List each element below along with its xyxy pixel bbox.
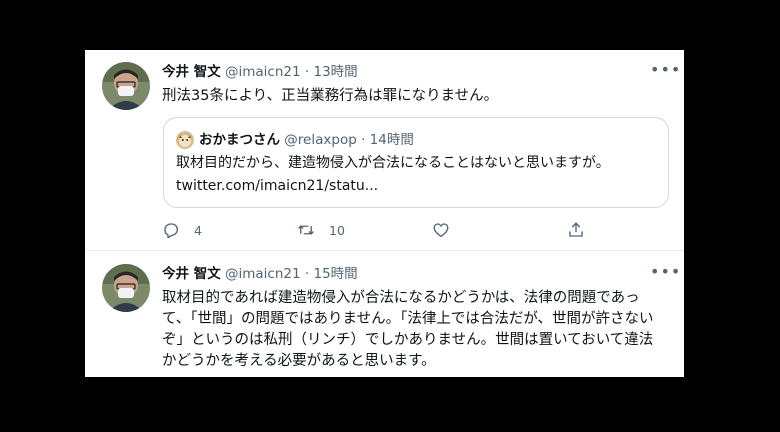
reply-count: 4 — [194, 222, 202, 238]
user-handle[interactable]: @imaicn21 — [225, 266, 301, 282]
reply-icon — [164, 223, 179, 239]
timestamp[interactable]: 15時間 — [313, 266, 357, 282]
quoted-timestamp: 14時間 — [369, 132, 414, 148]
more-options-icon[interactable]: ••• — [650, 62, 680, 84]
display-name[interactable]: 今井 智文 — [162, 64, 221, 80]
tweet-actions: 4 10 — [162, 218, 592, 242]
retweet-count: 10 — [329, 222, 345, 238]
share-button[interactable] — [567, 218, 585, 242]
quoted-avatar — [176, 131, 194, 149]
tweet[interactable]: 今井 智文 @imaicn21 · 15時間 ••• 取材目的であれば建造物侵入… — [85, 251, 684, 377]
quoted-text: 取材目的だから、建造物侵入が合法になることはないと思いますが。 — [176, 155, 610, 171]
tweet-header: 今井 智文 @imaicn21 · 15時間 — [162, 264, 358, 284]
reply-button[interactable]: 4 — [162, 218, 202, 242]
avatar[interactable] — [102, 62, 150, 110]
tweet-text: 刑法35条により、正当業務行為は罪になりません。 — [162, 88, 499, 104]
quoted-link[interactable]: twitter.com/imaicn21/statu... — [176, 176, 378, 196]
retweet-button[interactable]: 10 — [297, 218, 345, 242]
quoted-display-name: おかまつさん — [199, 132, 280, 148]
tweet-header: 今井 智文 @imaicn21 · 13時間 — [162, 62, 358, 82]
display-name[interactable]: 今井 智文 — [162, 266, 221, 282]
tweet[interactable]: 今井 智文 @imaicn21 · 13時間 ••• 刑法35条により、正当業務… — [85, 50, 684, 251]
separator-dot: · — [304, 64, 310, 80]
quoted-tweet[interactable]: おかまつさん @relaxpop · 14時間 取材目的だから、建造物侵入が合法… — [163, 117, 669, 208]
tweet-panel: 今井 智文 @imaicn21 · 13時間 ••• 刑法35条により、正当業務… — [85, 50, 684, 377]
retweet-icon — [298, 225, 314, 235]
heart-icon — [433, 223, 449, 238]
timestamp[interactable]: 13時間 — [313, 64, 357, 80]
quoted-handle: @relaxpop — [284, 132, 357, 148]
separator-dot: · — [361, 132, 366, 148]
quoted-header: おかまつさん @relaxpop · 14時間 — [199, 130, 414, 150]
share-icon — [569, 222, 583, 237]
separator-dot: · — [304, 266, 310, 282]
more-options-icon[interactable]: ••• — [650, 264, 680, 286]
like-button[interactable] — [432, 218, 450, 242]
avatar[interactable] — [102, 264, 150, 312]
tweet-text: 取材目的であれば建造物侵入が合法になるかどうかは、法律の問題であって、「世間」の… — [162, 290, 654, 369]
user-handle[interactable]: @imaicn21 — [225, 64, 301, 80]
